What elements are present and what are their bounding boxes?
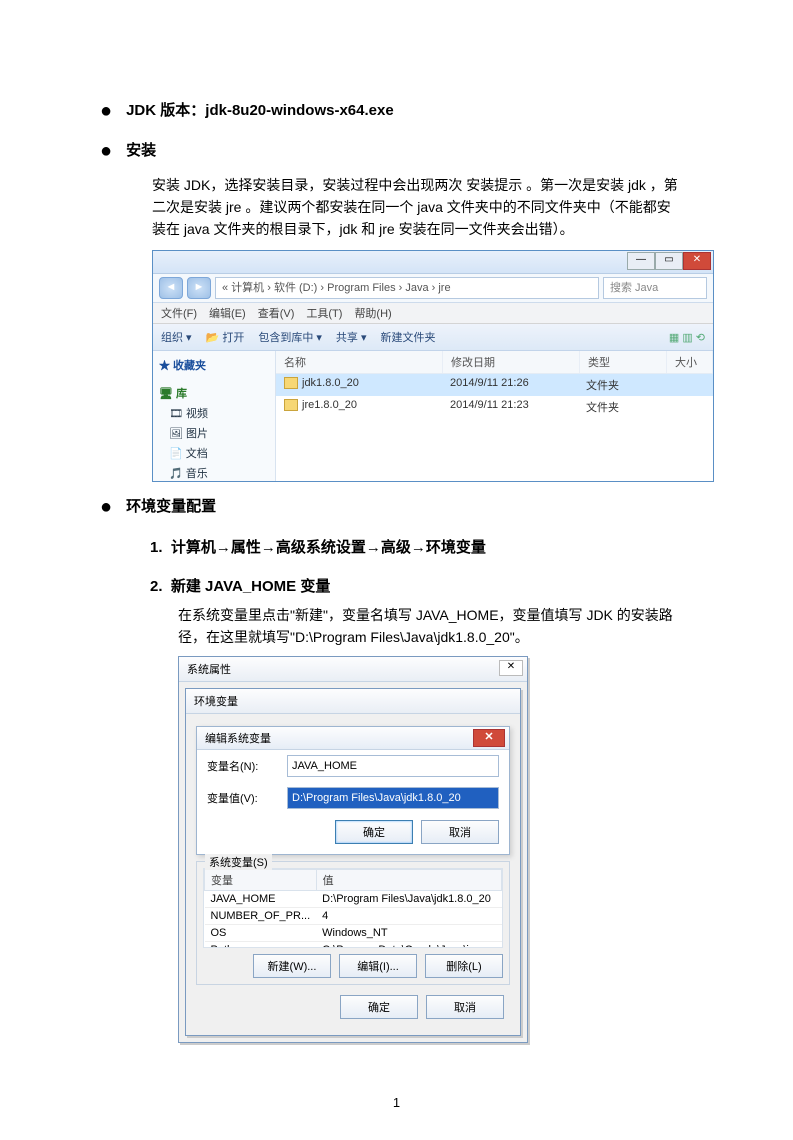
- explorer-navbar: ◄ ► « 计算机 › 软件 (D:) › Program Files › Ja…: [153, 274, 713, 303]
- explorer-sidebar: ★ 收藏夹 🖥 库 🎞 视频 🖼 图片 📄 文档 🎵 音乐: [153, 351, 276, 481]
- varvalue-label: 变量值(V):: [207, 790, 277, 806]
- install-title: 安装: [126, 140, 156, 162]
- col-name[interactable]: 名称: [276, 351, 443, 373]
- delete-button[interactable]: 删除(L): [425, 954, 503, 978]
- sysvar-table[interactable]: 变量 值 JAVA_HOMED:\Program Files\Java\jdk1…: [204, 869, 502, 948]
- col-size[interactable]: 大小: [667, 351, 713, 373]
- envvar-dialog: 环境变量 编辑系统变量 ✕ 变量名(N): JAVA_HOME: [185, 688, 521, 1036]
- envvar-title: 环境变量: [186, 689, 520, 714]
- bullet-icon: ●: [100, 100, 112, 122]
- edit-sysvar-dialog: 编辑系统变量 ✕ 变量名(N): JAVA_HOME 变量值(V): D:\Pr…: [196, 726, 510, 855]
- new-button[interactable]: 新建(W)...: [253, 954, 331, 978]
- sidebar-documents[interactable]: 📄 文档: [159, 443, 269, 463]
- ok-button[interactable]: 确定: [340, 995, 418, 1019]
- step-1: 1. 计算机→属性→高级系统设置→高级→环境变量: [150, 536, 693, 557]
- heading-install: ● 安装: [100, 140, 693, 162]
- col-type[interactable]: 类型: [580, 351, 667, 373]
- step-2-paragraph: 在系统变量里点击"新建"，变量名填写 JAVA_HOME，变量值填写 JDK 的…: [178, 604, 693, 648]
- install-paragraph: 安装 JDK，选择安装目录，安装过程中会出现两次 安装提示 。第一次是安装 jd…: [152, 174, 683, 240]
- explorer-toolbar: 组织 ▾ 📂 打开 包含到库中 ▾ 共享 ▾ 新建文件夹 ▦ ▥ ⟲: [153, 324, 713, 351]
- menu-edit[interactable]: 编辑(E): [209, 305, 246, 321]
- maximize-button[interactable]: ▭: [655, 252, 683, 270]
- explorer-menubar: 文件(F) 编辑(E) 查看(V) 工具(T) 帮助(H): [153, 303, 713, 324]
- page-number: 1: [0, 1095, 793, 1110]
- explorer-window: — ▭ ✕ ◄ ► « 计算机 › 软件 (D:) › Program File…: [152, 250, 714, 482]
- search-input[interactable]: 搜索 Java: [603, 277, 707, 299]
- menu-file[interactable]: 文件(F): [161, 305, 197, 321]
- varname-label: 变量名(N):: [207, 758, 277, 774]
- file-row[interactable]: jre1.8.0_20 2014/9/11 21:23 文件夹: [276, 396, 713, 418]
- col-date[interactable]: 修改日期: [443, 351, 580, 373]
- table-row[interactable]: OSWindows_NT: [205, 925, 502, 942]
- close-icon[interactable]: ✕: [499, 660, 523, 676]
- step-2: 2. 新建 JAVA_HOME 变量: [150, 575, 693, 596]
- file-row[interactable]: jdk1.8.0_20 2014/9/11 21:26 文件夹: [276, 374, 713, 396]
- back-button[interactable]: ◄: [159, 277, 183, 299]
- table-row[interactable]: JAVA_HOMED:\Program Files\Java\jdk1.8.0_…: [205, 891, 502, 908]
- sysvar-group: 系统变量(S) 变量 值 JAVA_HOMED:\Program Files\J…: [196, 861, 510, 985]
- explorer-titlebar: — ▭ ✕: [153, 251, 713, 274]
- minimize-button[interactable]: —: [627, 252, 655, 270]
- toolbar-share[interactable]: 共享 ▾: [336, 329, 367, 345]
- sidebar-music[interactable]: 🎵 音乐: [159, 463, 269, 483]
- menu-help[interactable]: 帮助(H): [354, 305, 391, 321]
- sysprop-title: 系统属性 ✕: [179, 657, 527, 682]
- close-icon[interactable]: ✕: [473, 729, 505, 747]
- col-variable: 变量: [205, 870, 317, 891]
- col-value: 值: [316, 870, 502, 891]
- explorer-filelist: 名称 修改日期 类型 大小 jdk1.8.0_20 2014/9/11 21:2…: [276, 351, 713, 481]
- toolbar-organize[interactable]: 组织 ▾: [161, 329, 192, 345]
- bullet-icon: ●: [100, 140, 112, 162]
- varname-input[interactable]: JAVA_HOME: [287, 755, 499, 777]
- close-button[interactable]: ✕: [683, 252, 711, 270]
- folder-icon: [284, 377, 298, 389]
- heading-envvar: ● 环境变量配置: [100, 496, 693, 518]
- breadcrumb[interactable]: « 计算机 › 软件 (D:) › Program Files › Java ›…: [215, 277, 599, 299]
- jdk-filename: jdk-8u20-windows-x64.exe: [205, 102, 393, 119]
- cancel-button[interactable]: 取消: [421, 820, 499, 844]
- toolbar-newfolder[interactable]: 新建文件夹: [381, 329, 436, 345]
- jdk-label: JDK 版本：: [126, 102, 205, 119]
- edit-title: 编辑系统变量: [205, 733, 271, 745]
- sidebar-video[interactable]: 🎞 视频: [159, 403, 269, 423]
- menu-tools[interactable]: 工具(T): [306, 305, 342, 321]
- heading-jdk-version: ● JDK 版本：jdk-8u20-windows-x64.exe: [100, 100, 693, 122]
- edit-button[interactable]: 编辑(I)...: [339, 954, 417, 978]
- envvar-title: 环境变量配置: [126, 496, 216, 518]
- dialog-stack: 系统属性 ✕ 环境变量 编辑系统变量 ✕: [178, 656, 528, 1043]
- system-properties-dialog: 系统属性 ✕ 环境变量 编辑系统变量 ✕: [178, 656, 528, 1043]
- sidebar-pictures[interactable]: 🖼 图片: [159, 423, 269, 443]
- forward-button[interactable]: ►: [187, 277, 211, 299]
- sysvar-group-title: 系统变量(S): [205, 854, 272, 870]
- table-row[interactable]: NUMBER_OF_PR...4: [205, 908, 502, 925]
- folder-icon: [284, 399, 298, 411]
- ok-button[interactable]: 确定: [335, 820, 413, 844]
- cancel-button[interactable]: 取消: [426, 995, 504, 1019]
- toolbar-open[interactable]: 📂 打开: [206, 329, 245, 345]
- toolbar-include[interactable]: 包含到库中 ▾: [258, 329, 322, 345]
- bullet-icon: ●: [100, 496, 112, 518]
- varvalue-input[interactable]: D:\Program Files\Java\jdk1.8.0_20: [287, 787, 499, 809]
- sidebar-favorites[interactable]: ★ 收藏夹: [159, 355, 269, 375]
- menu-view[interactable]: 查看(V): [258, 305, 295, 321]
- sidebar-libraries[interactable]: 🖥 库: [159, 383, 269, 403]
- toolbar-view-icons[interactable]: ▦ ▥ ⟲: [669, 331, 705, 344]
